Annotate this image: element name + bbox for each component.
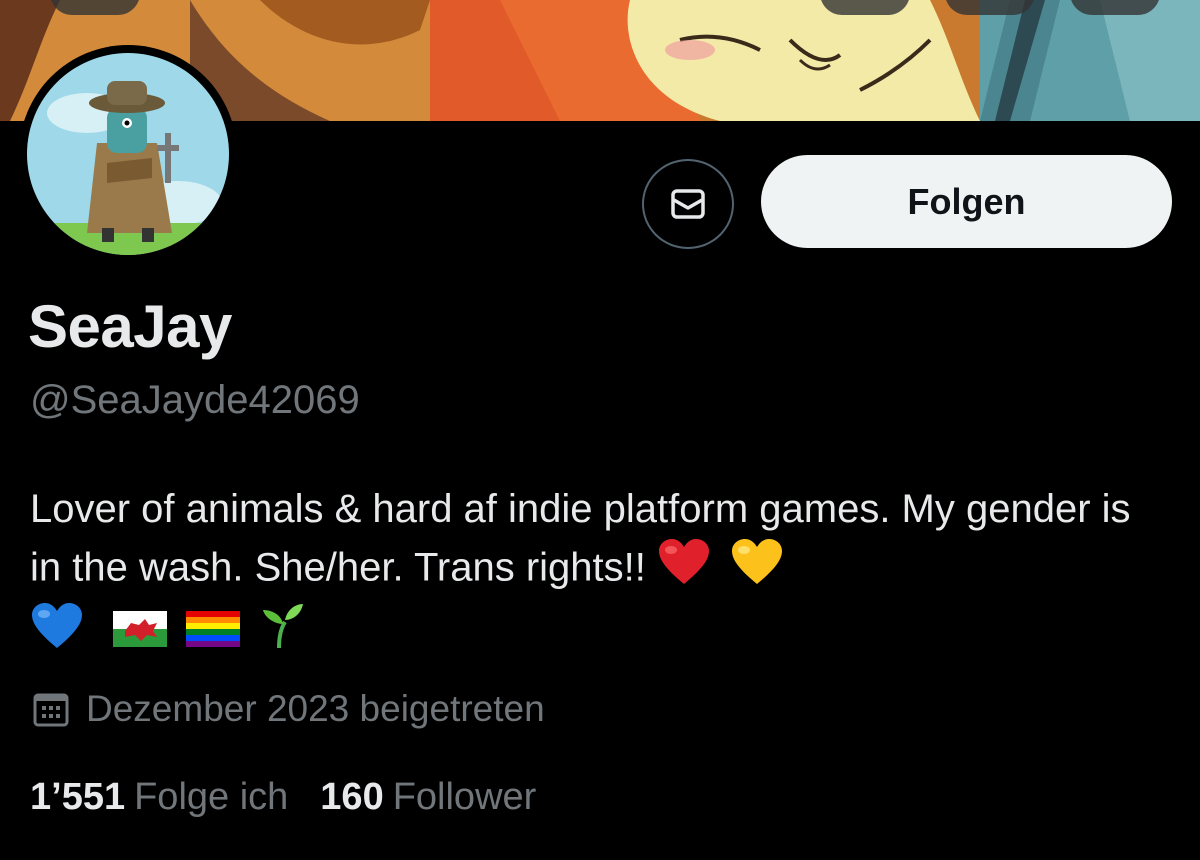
message-button[interactable]	[642, 159, 734, 249]
display-name: SeaJay	[28, 293, 232, 360]
bio-text: Lover of animals & hard af indie platfor…	[30, 487, 1131, 590]
followers-stat[interactable]: 160 Follower	[320, 776, 536, 819]
wales-flag-icon	[113, 605, 168, 663]
calendar-icon	[33, 693, 69, 727]
blue-heart-icon	[30, 602, 84, 666]
following-count: 1’551	[30, 776, 126, 818]
profile-bio: Lover of animals & hard af indie platfor…	[30, 480, 1170, 666]
envelope-icon	[671, 189, 705, 219]
rainbow-flag-icon	[186, 605, 241, 663]
seedling-icon	[259, 602, 305, 666]
followers-count: 160	[320, 776, 384, 818]
following-label: Folge ich	[134, 776, 289, 818]
yellow-heart-icon	[730, 538, 784, 602]
follow-button[interactable]: Folgen	[761, 155, 1172, 248]
user-handle: @SeaJayde42069	[30, 378, 360, 422]
red-heart-icon	[657, 538, 711, 602]
following-stat[interactable]: 1’551 Folge ich	[30, 776, 288, 819]
profile-stats: 1’551 Folge ich 160 Follower	[30, 776, 536, 819]
followers-label: Follower	[392, 776, 537, 818]
join-date-text: Dezember 2023 beigetreten	[86, 688, 545, 729]
join-date: Dezember 2023 beigetreten	[32, 688, 545, 730]
avatar[interactable]	[19, 45, 237, 263]
